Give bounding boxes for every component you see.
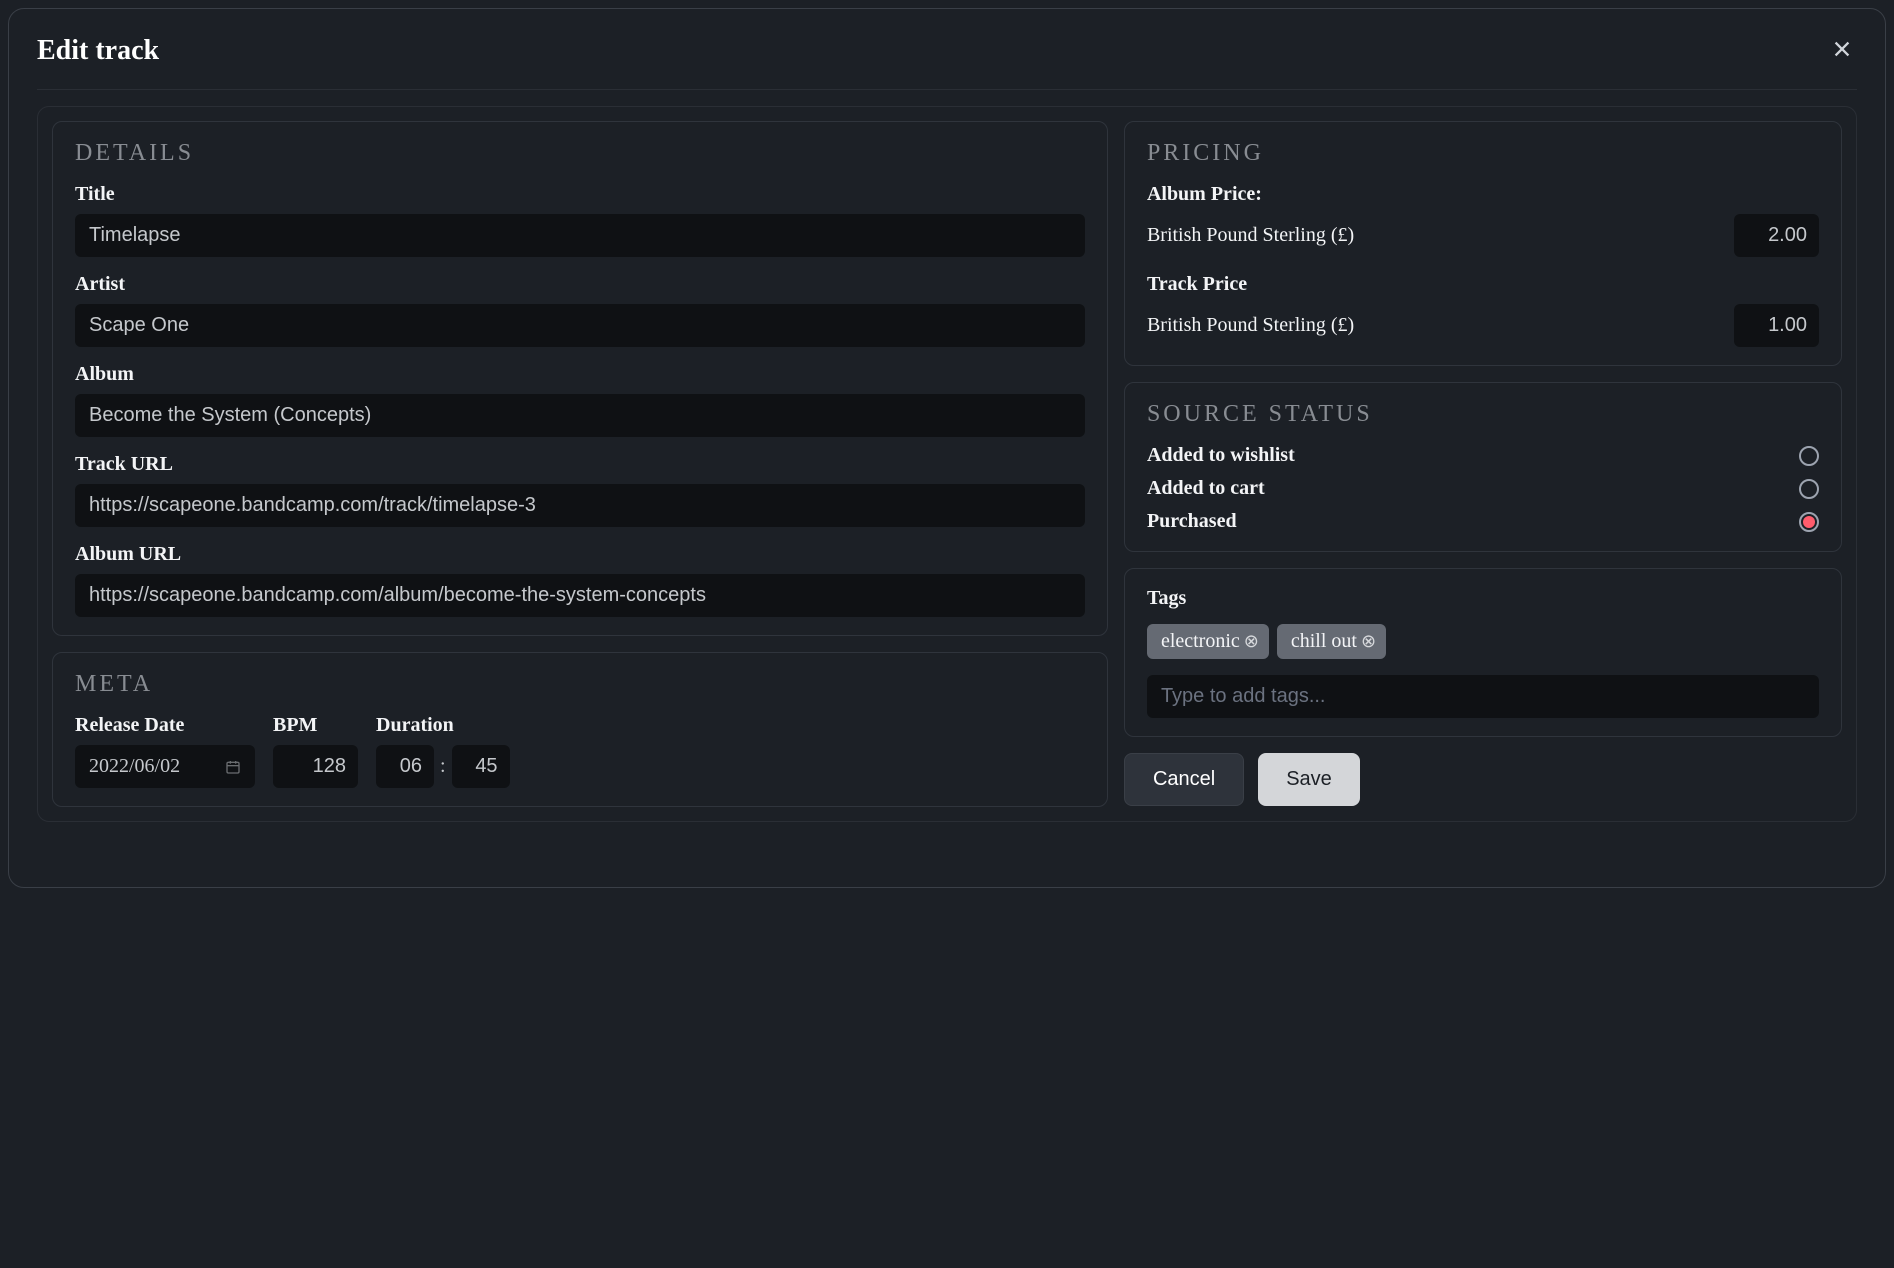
right-column: PRICING Album Price: British Pound Sterl… bbox=[1124, 121, 1842, 807]
cart-radio[interactable] bbox=[1799, 479, 1819, 499]
source-status-heading: SOURCE STATUS bbox=[1147, 401, 1819, 428]
modal-header: Edit track bbox=[37, 33, 1857, 90]
duration-sec-input[interactable] bbox=[452, 745, 510, 788]
album-price-input[interactable] bbox=[1734, 214, 1819, 257]
tags-heading: Tags bbox=[1147, 587, 1819, 610]
bpm-field: BPM bbox=[273, 714, 358, 788]
release-date-label: Release Date bbox=[75, 714, 255, 737]
title-input[interactable] bbox=[75, 214, 1085, 257]
album-price-label: Album Price: bbox=[1147, 183, 1819, 206]
meta-row: Release Date 2022/06/02 BPM Duration bbox=[75, 714, 1085, 788]
bpm-input[interactable] bbox=[273, 745, 358, 788]
calendar-icon bbox=[225, 759, 241, 775]
duration-label: Duration bbox=[376, 714, 510, 737]
button-row: Cancel Save bbox=[1124, 753, 1842, 806]
radio-dot-icon bbox=[1803, 516, 1815, 528]
album-price-row: British Pound Sterling (£) bbox=[1147, 214, 1819, 257]
meta-heading: META bbox=[75, 671, 1085, 698]
track-currency-label: British Pound Sterling (£) bbox=[1147, 314, 1354, 337]
bpm-label: BPM bbox=[273, 714, 358, 737]
artist-label: Artist bbox=[75, 273, 1085, 296]
tag-chill-out: chill out⊗ bbox=[1277, 624, 1386, 659]
tag-remove-icon[interactable]: ⊗ bbox=[1244, 631, 1259, 652]
wishlist-label: Added to wishlist bbox=[1147, 444, 1295, 467]
release-date-input[interactable]: 2022/06/02 bbox=[75, 745, 255, 788]
tag-label: electronic bbox=[1161, 630, 1240, 653]
pricing-heading: PRICING bbox=[1147, 140, 1819, 167]
close-button[interactable] bbox=[1827, 33, 1857, 69]
track-price-label: Track Price bbox=[1147, 273, 1819, 296]
duration-group: : bbox=[376, 745, 510, 788]
tags-panel: Tags electronic⊗ chill out⊗ bbox=[1124, 568, 1842, 737]
duration-separator: : bbox=[440, 755, 446, 778]
wishlist-row: Added to wishlist bbox=[1147, 444, 1819, 467]
tag-label: chill out bbox=[1291, 630, 1357, 653]
track-url-input[interactable] bbox=[75, 484, 1085, 527]
purchased-row: Purchased bbox=[1147, 510, 1819, 533]
title-label: Title bbox=[75, 183, 1085, 206]
close-icon bbox=[1831, 38, 1853, 60]
duration-field: Duration : bbox=[376, 714, 510, 788]
track-price-row: British Pound Sterling (£) bbox=[1147, 304, 1819, 347]
cancel-button[interactable]: Cancel bbox=[1124, 753, 1244, 806]
release-date-value: 2022/06/02 bbox=[89, 755, 180, 778]
tag-remove-icon[interactable]: ⊗ bbox=[1361, 631, 1376, 652]
edit-track-modal: Edit track DETAILS Title Artist Album Tr… bbox=[8, 8, 1886, 888]
left-column: DETAILS Title Artist Album Track URL Alb… bbox=[52, 121, 1108, 807]
modal-title: Edit track bbox=[37, 35, 159, 67]
tags-input[interactable] bbox=[1147, 675, 1819, 718]
cart-label: Added to cart bbox=[1147, 477, 1265, 500]
purchased-label: Purchased bbox=[1147, 510, 1237, 533]
track-price-input[interactable] bbox=[1734, 304, 1819, 347]
modal-body: DETAILS Title Artist Album Track URL Alb… bbox=[37, 106, 1857, 822]
album-url-input[interactable] bbox=[75, 574, 1085, 617]
tag-electronic: electronic⊗ bbox=[1147, 624, 1269, 659]
album-currency-label: British Pound Sterling (£) bbox=[1147, 224, 1354, 247]
cart-row: Added to cart bbox=[1147, 477, 1819, 500]
track-url-label: Track URL bbox=[75, 453, 1085, 476]
wishlist-radio[interactable] bbox=[1799, 446, 1819, 466]
album-input[interactable] bbox=[75, 394, 1085, 437]
album-label: Album bbox=[75, 363, 1085, 386]
artist-input[interactable] bbox=[75, 304, 1085, 347]
tags-list: electronic⊗ chill out⊗ bbox=[1147, 624, 1819, 659]
details-heading: DETAILS bbox=[75, 140, 1085, 167]
release-date-field: Release Date 2022/06/02 bbox=[75, 714, 255, 788]
album-url-label: Album URL bbox=[75, 543, 1085, 566]
source-status-panel: SOURCE STATUS Added to wishlist Added to… bbox=[1124, 382, 1842, 552]
duration-min-input[interactable] bbox=[376, 745, 434, 788]
purchased-radio[interactable] bbox=[1799, 512, 1819, 532]
meta-panel: META Release Date 2022/06/02 BPM bbox=[52, 652, 1108, 807]
details-panel: DETAILS Title Artist Album Track URL Alb… bbox=[52, 121, 1108, 636]
pricing-panel: PRICING Album Price: British Pound Sterl… bbox=[1124, 121, 1842, 366]
save-button[interactable]: Save bbox=[1258, 753, 1360, 806]
